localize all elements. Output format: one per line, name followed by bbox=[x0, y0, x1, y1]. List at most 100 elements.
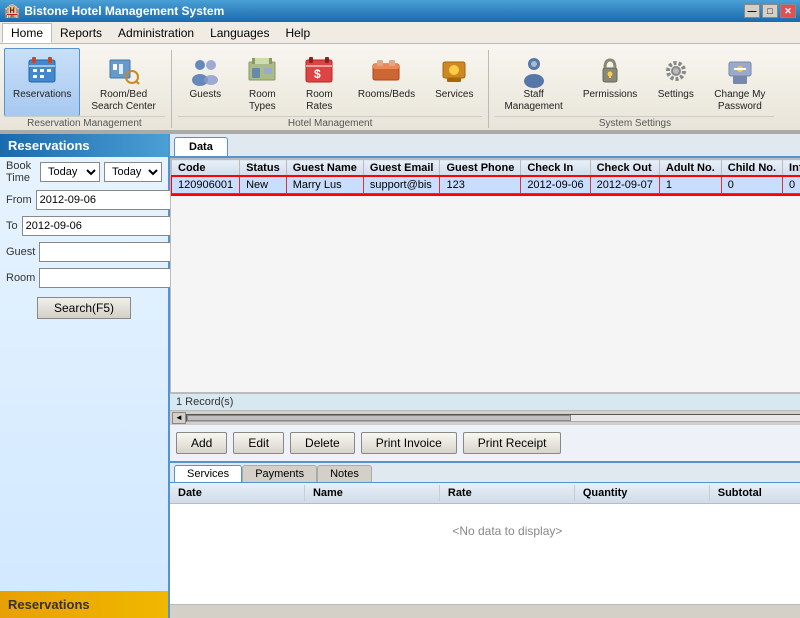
print-receipt-button[interactable]: Print Receipt bbox=[463, 432, 562, 454]
tab-payments[interactable]: Payments bbox=[242, 465, 317, 482]
to-label: To bbox=[6, 220, 18, 232]
system-section-label: System Settings bbox=[495, 116, 774, 130]
cell-infant-no: 0 bbox=[783, 177, 800, 194]
close-button[interactable]: ✕ bbox=[780, 4, 796, 18]
toolbar-btn-room-search[interactable]: Room/BedSearch Center bbox=[82, 48, 164, 116]
cell-check-in: 2012-09-06 bbox=[521, 177, 590, 194]
bottom-tab-bar: Services Payments Notes bbox=[170, 463, 800, 483]
menu-languages[interactable]: Languages bbox=[202, 24, 277, 42]
guests-label: Guests bbox=[190, 89, 222, 101]
table-row[interactable]: 120906001 New Marry Lus support@bis 123 … bbox=[172, 177, 800, 194]
settings-label: Settings bbox=[658, 89, 694, 101]
col-guest-email: Guest Email bbox=[363, 160, 440, 177]
toolbar: Reservations Room/BedSearch Center bbox=[0, 44, 800, 134]
from-row: From ▼ bbox=[0, 187, 168, 213]
toolbar-btn-permissions[interactable]: Permissions bbox=[574, 48, 646, 116]
settings-icon bbox=[658, 53, 694, 89]
minimize-button[interactable]: — bbox=[744, 4, 760, 18]
toolbar-btn-staff[interactable]: StaffManagement bbox=[495, 48, 571, 116]
rooms-beds-label: Rooms/Beds bbox=[358, 89, 415, 101]
delete-button[interactable]: Delete bbox=[290, 432, 355, 454]
cell-guest-name: Marry Lus bbox=[286, 177, 363, 194]
app-title: Bistone Hotel Management System bbox=[24, 4, 224, 18]
room-types-icon bbox=[244, 53, 280, 89]
toolbar-btn-rooms-beds[interactable]: Rooms/Beds bbox=[349, 48, 424, 116]
col-code: Code bbox=[172, 160, 240, 177]
to-date-input[interactable] bbox=[22, 216, 172, 236]
menu-reports[interactable]: Reports bbox=[52, 24, 110, 42]
reservation-section-label: Reservation Management bbox=[4, 116, 165, 130]
toolbar-btn-room-rates[interactable]: $ RoomRates bbox=[292, 48, 347, 116]
cell-guest-email: support@bis bbox=[363, 177, 440, 194]
col-guest-phone: Guest Phone bbox=[440, 160, 521, 177]
left-panel-title: Reservations bbox=[0, 134, 168, 157]
main-layout: Reservations Book Time Today This Week T… bbox=[0, 134, 800, 618]
book-time-row: Book Time Today This Week This Month All… bbox=[0, 157, 168, 187]
reservations-label: Reservations bbox=[13, 89, 71, 101]
cell-status: New bbox=[240, 177, 287, 194]
edit-button[interactable]: Edit bbox=[233, 432, 284, 454]
bottom-col-subtotal: Subtotal bbox=[710, 485, 800, 501]
title-bar: 🏨 Bistone Hotel Management System — □ ✕ bbox=[0, 0, 800, 22]
tab-notes[interactable]: Notes bbox=[317, 465, 372, 482]
book-time-value-select[interactable]: Today bbox=[104, 162, 162, 182]
bottom-section: Services Payments Notes Date Name Rate Q… bbox=[170, 461, 800, 618]
room-rates-label: RoomRates bbox=[306, 89, 333, 113]
toolbar-group-reservation: Reservations Room/BedSearch Center bbox=[4, 48, 165, 130]
menu-home[interactable]: Home bbox=[2, 23, 52, 43]
menu-help[interactable]: Help bbox=[277, 24, 318, 42]
bottom-content: <No data to display> bbox=[170, 504, 800, 604]
staff-icon bbox=[516, 53, 552, 89]
change-password-icon bbox=[722, 53, 758, 89]
bottom-col-name: Name bbox=[305, 485, 440, 501]
scroll-left-button[interactable]: ◄ bbox=[172, 412, 186, 424]
staff-label: StaffManagement bbox=[504, 89, 562, 113]
services-label: Services bbox=[435, 89, 473, 101]
col-check-out: Check Out bbox=[590, 160, 659, 177]
toolbar-btn-room-types[interactable]: RoomTypes bbox=[235, 48, 290, 116]
toolbar-group-hotel: Guests RoomTypes bbox=[178, 48, 483, 130]
scroll-track[interactable] bbox=[186, 414, 800, 422]
room-row: Room bbox=[0, 265, 168, 291]
toolbar-btn-services[interactable]: Services bbox=[426, 48, 482, 116]
bottom-col-date: Date bbox=[170, 485, 305, 501]
col-child-no: Child No. bbox=[721, 160, 782, 177]
room-input[interactable] bbox=[39, 268, 189, 288]
bottom-status-bar bbox=[170, 604, 800, 618]
window-controls: — □ ✕ bbox=[744, 4, 796, 18]
maximize-button[interactable]: □ bbox=[762, 4, 778, 18]
toolbar-btn-settings[interactable]: Settings bbox=[648, 48, 703, 116]
change-password-label: Change MyPassword bbox=[714, 89, 765, 113]
menu-administration[interactable]: Administration bbox=[110, 24, 202, 42]
hotel-section-label: Hotel Management bbox=[178, 116, 483, 130]
col-check-in: Check In bbox=[521, 160, 590, 177]
bottom-col-rate: Rate bbox=[440, 485, 575, 501]
scroll-thumb bbox=[187, 415, 571, 421]
book-time-select[interactable]: Today This Week This Month All bbox=[40, 162, 100, 182]
print-invoice-button[interactable]: Print Invoice bbox=[361, 432, 457, 454]
menu-bar: Home Reports Administration Languages He… bbox=[0, 22, 800, 44]
add-button[interactable]: Add bbox=[176, 432, 227, 454]
room-rates-icon: $ bbox=[301, 53, 337, 89]
book-time-label: Book Time bbox=[6, 160, 36, 184]
horizontal-scrollbar[interactable]: ◄ ► bbox=[170, 410, 800, 424]
search-button[interactable]: Search(F5) bbox=[37, 297, 131, 319]
left-panel-bottom-label: Reservations bbox=[0, 591, 168, 618]
reservations-icon bbox=[24, 53, 60, 89]
guest-input[interactable] bbox=[39, 242, 189, 262]
tab-services[interactable]: Services bbox=[174, 465, 242, 482]
svg-text:$: $ bbox=[314, 67, 321, 81]
tab-data[interactable]: Data bbox=[174, 137, 228, 156]
bottom-table-header: Date Name Rate Quantity Subtotal bbox=[170, 483, 800, 504]
permissions-label: Permissions bbox=[583, 89, 637, 101]
toolbar-btn-guests[interactable]: Guests bbox=[178, 48, 233, 116]
bottom-col-quantity: Quantity bbox=[575, 485, 710, 501]
toolbar-btn-reservations[interactable]: Reservations bbox=[4, 48, 80, 116]
col-guest-name: Guest Name bbox=[286, 160, 363, 177]
cell-check-out: 2012-09-07 bbox=[590, 177, 659, 194]
from-date-input[interactable] bbox=[36, 190, 186, 210]
col-status: Status bbox=[240, 160, 287, 177]
toolbar-btn-change-password[interactable]: Change MyPassword bbox=[705, 48, 774, 116]
record-count-status: 1 Record(s) bbox=[170, 393, 800, 410]
col-infant-no: Infant No bbox=[783, 160, 800, 177]
